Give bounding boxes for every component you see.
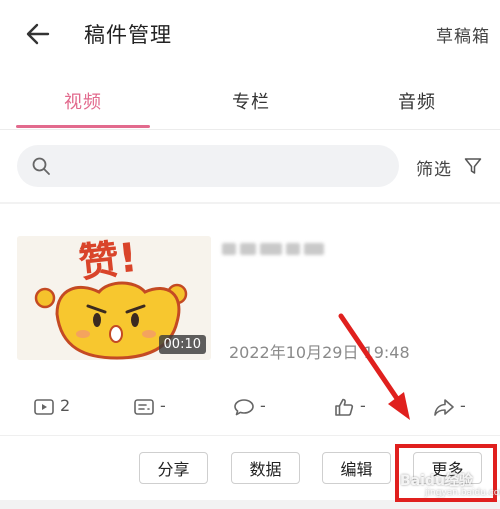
manuscript-management-page: 稿件管理 草稿箱 视频 专栏 音频 筛选 赞! 00:10 2022年10月29… bbox=[0, 0, 500, 509]
page-title: 稿件管理 bbox=[84, 23, 172, 47]
video-title-redacted[interactable] bbox=[222, 240, 340, 258]
comment-icon bbox=[234, 399, 254, 416]
danmaku-icon bbox=[134, 399, 154, 415]
search-icon bbox=[32, 157, 50, 175]
filter-icon bbox=[464, 158, 482, 174]
top-bar: 稿件管理 草稿箱 bbox=[0, 0, 500, 68]
like-icon bbox=[335, 398, 354, 416]
danmaku-count-value: - bbox=[160, 396, 166, 415]
play-count-value: 2 bbox=[60, 396, 71, 415]
edit-button[interactable]: 编辑 bbox=[322, 452, 391, 484]
video-thumbnail[interactable]: 赞! 00:10 bbox=[17, 236, 211, 360]
tab-video[interactable]: 视频 bbox=[64, 88, 102, 114]
thumbnail-caption: 赞! bbox=[77, 236, 140, 287]
more-button[interactable]: 更多 bbox=[413, 452, 482, 484]
drafts-button[interactable]: 草稿箱 bbox=[436, 22, 490, 47]
tab-audio[interactable]: 音频 bbox=[398, 88, 436, 114]
like-count-value: - bbox=[360, 396, 366, 415]
share-count-value: - bbox=[460, 396, 466, 415]
play-icon bbox=[34, 399, 54, 415]
share-icon bbox=[434, 399, 454, 416]
active-tab-indicator bbox=[16, 125, 150, 128]
video-duration: 00:10 bbox=[158, 335, 206, 354]
filter-label: 筛选 bbox=[416, 160, 452, 180]
back-button[interactable] bbox=[22, 18, 54, 50]
bottom-divider bbox=[0, 500, 500, 509]
data-button[interactable]: 数据 bbox=[231, 452, 300, 484]
watermark-url: jingyan.baidu.com bbox=[425, 488, 500, 498]
stats-divider bbox=[0, 435, 500, 436]
search-input[interactable] bbox=[17, 145, 399, 187]
share-button[interactable]: 分享 bbox=[139, 452, 208, 484]
comment-count-value: - bbox=[260, 396, 266, 415]
back-arrow-icon bbox=[26, 23, 50, 45]
content-type-tabs: 视频 专栏 音频 bbox=[0, 68, 500, 130]
section-divider bbox=[0, 202, 500, 204]
publish-time: 2022年10月29日 19:48 bbox=[229, 343, 410, 362]
video-stats: 2 - - - - bbox=[0, 390, 500, 422]
tab-column[interactable]: 专栏 bbox=[232, 88, 270, 114]
